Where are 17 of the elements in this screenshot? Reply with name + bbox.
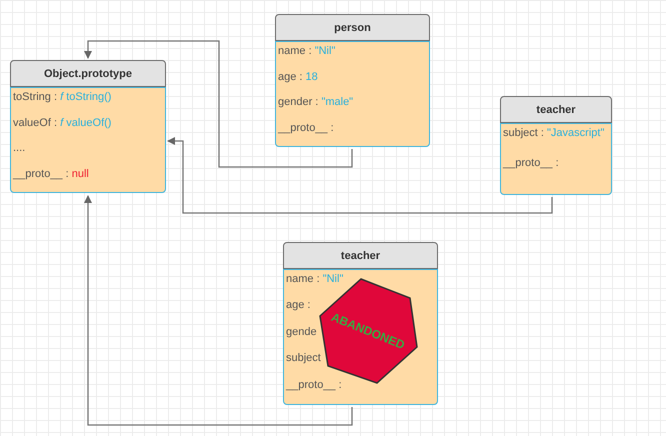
field-text: toString : f toString() (13, 91, 112, 103)
node-header: teacher (283, 242, 438, 269)
field-text: gende (286, 326, 317, 338)
field-text: gender : "male" (278, 96, 354, 108)
field-text: age : (286, 299, 310, 312)
node-header: person (275, 14, 430, 41)
field-text: .... (13, 142, 26, 154)
field-text: __proto__ : null (13, 168, 89, 180)
field-text: subject : "Javascript" (503, 127, 604, 139)
node-header: teacher (500, 96, 612, 123)
field-text: age : 18 (278, 70, 318, 82)
node-header: Object.prototype (10, 60, 166, 87)
field-text: valueOf : f valueOf() (13, 116, 112, 128)
field-text: name : "Nil" (278, 45, 336, 57)
field-text: __proto__ : (503, 157, 559, 169)
field-text: __proto__ : (278, 122, 334, 134)
field-text: subject (286, 352, 321, 364)
